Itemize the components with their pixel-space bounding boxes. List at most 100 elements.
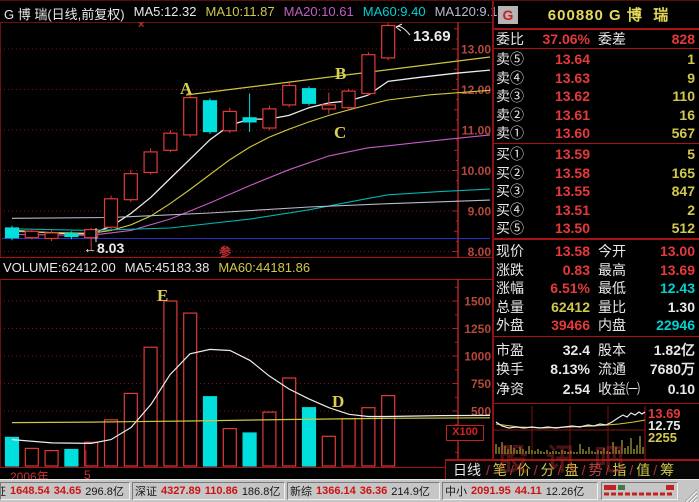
volume-bar	[85, 442, 98, 466]
bid-row-2[interactable]: 买② 13.58 165	[494, 164, 699, 183]
volume-chart[interactable]: 150012501000750500ED	[0, 279, 492, 467]
bid-label: 买④	[496, 201, 524, 220]
intraday-mini-chart[interactable]: 13.6912.752255	[494, 406, 699, 459]
volume-axis-label: 750	[471, 377, 491, 391]
candle-body	[144, 152, 157, 173]
bid-volume: 512	[672, 219, 695, 238]
index-segment-shanghai[interactable]: 上证 1648.54 34.65 296.8亿	[0, 482, 130, 500]
candlestick-chart[interactable]: 13.0012.0011.0010.009.008.00ABC←8.0313.6…	[0, 22, 492, 258]
tab-bi[interactable]: 笔	[493, 460, 507, 480]
index-value: 2091.95	[471, 485, 511, 497]
info-label: 今开	[598, 242, 626, 261]
bid-row-5[interactable]: 买⑤ 13.50 512	[494, 219, 699, 238]
candle-body	[362, 55, 375, 94]
tab-zhi2[interactable]: 值	[636, 460, 650, 480]
tab-pan[interactable]: 盘	[565, 460, 579, 480]
tab-separator: /	[486, 462, 490, 478]
volume-bar	[184, 313, 197, 466]
ask-label: 卖⑤	[496, 50, 524, 69]
volume-axis-label: 500	[471, 405, 491, 419]
ask-row-1[interactable]: 卖① 13.60 567	[494, 124, 699, 143]
fin-value: 32.4	[532, 341, 590, 361]
volume-ma60-value: MA60:44181.86	[218, 260, 310, 275]
volume-axis-label: 1000	[464, 350, 491, 364]
ma-line-ma120	[12, 200, 490, 218]
price-axis-label: 13.00	[461, 43, 491, 57]
annotation-C: C	[334, 123, 346, 142]
info-row: 总量 62412 量比 1.30	[494, 298, 699, 317]
tab-shi-active[interactable]: 势	[588, 460, 602, 480]
volume-bar	[25, 448, 38, 466]
candle-body	[322, 105, 335, 109]
ask-row-4[interactable]: 卖④ 13.63 9	[494, 69, 699, 88]
info-value: 0.83	[532, 261, 590, 280]
fin-label: 收益㈠	[598, 380, 640, 400]
info-value: 62412	[532, 298, 590, 317]
volume-bar	[322, 436, 335, 466]
index-change: 34.65	[54, 485, 82, 497]
volume-vma5	[12, 349, 490, 443]
fin-label: 流通	[598, 360, 626, 380]
ma60-value: MA60:9.40	[363, 4, 426, 23]
volume-value: VOLUME:62412.00	[3, 260, 116, 275]
ma20-value: MA20:10.61	[284, 4, 354, 23]
volume-axis-label: 1250	[464, 322, 491, 336]
index-segment-xinzong[interactable]: 新综 1366.14 36.36 214.9亿	[287, 482, 440, 500]
stock-code-name: 600880 G 博 瑞	[518, 4, 699, 25]
mini-volume-label: 2255	[648, 430, 677, 445]
divider	[494, 238, 699, 240]
volume-vma60	[12, 418, 490, 423]
fin-row: 换手 8.13% 流通 7680万	[494, 360, 699, 379]
candle-body	[342, 91, 355, 108]
tab-day-kline[interactable]: 日线	[453, 460, 481, 480]
tab-separator: /	[605, 462, 609, 478]
price-axis-label: 8.00	[468, 245, 492, 258]
annotation-D: D	[332, 392, 344, 411]
bid-row-1[interactable]: 买① 13.59 5	[494, 145, 699, 164]
resize-grip[interactable]	[682, 487, 698, 502]
ask-row-5[interactable]: 卖⑤ 13.64 1	[494, 50, 699, 69]
ask-label: 卖④	[496, 69, 524, 88]
fin-row: 净资 2.54 收益㈠ 0.10	[494, 380, 699, 399]
bid-row-3[interactable]: 买③ 13.55 847	[494, 182, 699, 201]
info-value: 13.58	[532, 242, 590, 261]
price-axis-label: 10.00	[461, 164, 491, 178]
fin-value: 8.13%	[532, 360, 590, 380]
volume-ma5-value: MA5:45183.38	[125, 260, 210, 275]
volume-unit-box: X100	[446, 425, 484, 441]
info-label: 内盘	[598, 316, 626, 335]
fin-row: 市盈 32.4 股本 1.82亿	[494, 341, 699, 360]
divider	[494, 336, 699, 337]
info-label: 涨跌	[496, 261, 524, 280]
volume-bar	[342, 419, 355, 466]
index-segment-zhongxiao[interactable]: 中小 2091.95 44.11 12.26亿	[442, 482, 598, 500]
ask-queue: 卖⑤ 13.64 1 卖④ 13.63 9 卖③ 13.62 110 卖② 13…	[494, 50, 699, 143]
info-value: 13.00	[660, 242, 695, 261]
index-name: 上证	[0, 483, 6, 499]
bid-row-4[interactable]: 买④ 13.51 2	[494, 201, 699, 220]
candle-body	[124, 174, 137, 200]
index-segment-shenzhen[interactable]: 深证 4327.89 110.86 186.8亿	[132, 482, 285, 500]
candle-body	[65, 234, 78, 237]
market-meter	[601, 482, 678, 500]
ask-volume: 110	[672, 87, 695, 106]
bid-volume: 5	[687, 145, 695, 164]
ask-row-3[interactable]: 卖③ 13.62 110	[494, 87, 699, 106]
fin-label: 股本	[598, 341, 626, 361]
ask-volume: 9	[687, 69, 695, 88]
ask-row-2[interactable]: 卖② 13.61 16	[494, 106, 699, 125]
candle-body	[223, 111, 236, 130]
ask-label: 卖②	[496, 106, 524, 125]
candle-body	[45, 233, 58, 239]
info-label: 涨幅	[496, 279, 524, 298]
tab-jia[interactable]: 价	[517, 460, 531, 480]
tab-zhi[interactable]: 指	[612, 460, 626, 480]
index-turnover: 186.8亿	[242, 483, 281, 499]
ask-price: 13.60	[532, 124, 590, 143]
candle-body	[303, 89, 316, 104]
tab-chou[interactable]: 筹	[660, 460, 674, 480]
candle-body	[204, 101, 217, 132]
fin-label: 净资	[496, 380, 524, 400]
tab-fen[interactable]: 分	[541, 460, 555, 480]
volume-bar	[303, 408, 316, 466]
